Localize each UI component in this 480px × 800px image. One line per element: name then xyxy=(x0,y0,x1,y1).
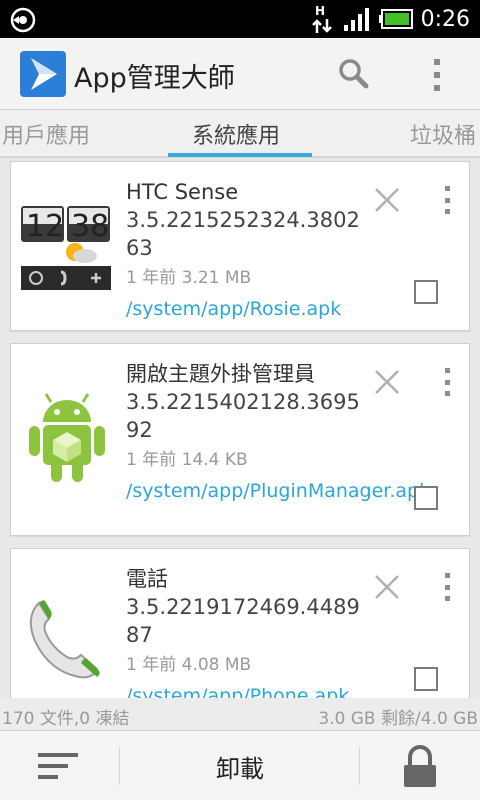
svg-text:38: 38 xyxy=(71,209,109,244)
bottom-action-bar: 卸載 xyxy=(0,730,480,800)
app-version: 3.5.2219172469.448987 xyxy=(126,595,360,647)
divider xyxy=(359,747,360,785)
uninstall-button[interactable]: 卸載 xyxy=(120,731,360,800)
search-icon[interactable] xyxy=(334,54,374,94)
overflow-menu-icon[interactable] xyxy=(424,56,450,94)
app-path[interactable]: /system/app/Phone.apk xyxy=(126,683,376,698)
app-list[interactable]: 12 38 HTC Sense 3.5.2215252324.380263 1 … xyxy=(0,158,480,698)
select-checkbox[interactable] xyxy=(414,667,438,691)
svg-text:H: H xyxy=(315,4,325,18)
close-icon[interactable] xyxy=(373,186,401,214)
app-version: 3.5.2215252324.380263 xyxy=(126,208,360,260)
android-robot-icon xyxy=(29,393,105,482)
play-arrow-icon xyxy=(31,58,57,90)
select-checkbox[interactable] xyxy=(414,486,438,510)
item-more-icon[interactable] xyxy=(443,573,451,601)
app-name: HTC Sense xyxy=(126,180,239,204)
tab-trash[interactable]: 垃圾桶 xyxy=(410,118,476,150)
tab-system-apps[interactable]: 系統應用 xyxy=(192,118,280,150)
app-meta: 1 年前 14.4 KB xyxy=(126,450,248,470)
signal-strength-icon xyxy=(343,8,369,31)
storage-remaining-text: 3.0 GB 剩餘/4.0 GB xyxy=(318,709,478,729)
app-bar: App管理大師 xyxy=(0,38,480,110)
list-item[interactable]: 開啟主題外掛管理員 3.5.2215402128.369592 1 年前 14.… xyxy=(10,343,470,536)
status-bar: H 0:26 xyxy=(0,0,480,38)
app-meta: 1 年前 4.08 MB xyxy=(126,655,252,675)
sort-icon[interactable] xyxy=(38,751,82,781)
item-more-icon[interactable] xyxy=(443,186,451,214)
lock-icon[interactable] xyxy=(402,745,438,789)
item-more-icon[interactable] xyxy=(443,368,451,396)
select-checkbox[interactable] xyxy=(414,280,438,304)
svg-text:12: 12 xyxy=(26,209,64,244)
app-title: App管理大師 xyxy=(74,63,235,94)
tab-user-apps[interactable]: 用戶應用 xyxy=(2,118,90,150)
network-h-icon: H xyxy=(311,4,332,33)
app-name: 開啟主題外掛管理員 xyxy=(126,362,315,386)
app-path[interactable]: /system/app/PluginManager.apk xyxy=(126,478,430,504)
app-version: 3.5.2215402128.369592 xyxy=(126,390,360,442)
list-item[interactable]: 12 38 HTC Sense 3.5.2215252324.380263 1 … xyxy=(10,161,470,331)
battery-icon xyxy=(378,9,413,29)
close-icon[interactable] xyxy=(373,573,401,601)
storage-info-bar: 170 文件,0 凍結 3.0 GB 剩餘/4.0 GB xyxy=(0,698,480,730)
tab-indicator xyxy=(168,153,312,157)
file-count-text: 170 文件,0 凍結 xyxy=(2,709,130,729)
tab-bar: 用戶應用 系統應用 垃圾桶 xyxy=(0,110,480,158)
app-meta: 1 年前 3.21 MB xyxy=(126,268,252,288)
close-icon[interactable] xyxy=(373,368,401,396)
app-name: 電話 xyxy=(126,567,168,591)
htc-clock-weather-icon: 12 38 xyxy=(21,206,111,290)
clock-time: 0:26 xyxy=(420,6,470,32)
list-item[interactable]: 電話 3.5.2219172469.448987 1 年前 4.08 MB /s… xyxy=(10,548,470,698)
app-logo-icon[interactable] xyxy=(20,51,66,97)
phone-handset-icon xyxy=(29,600,100,679)
sync-icon xyxy=(10,7,36,33)
app-path[interactable]: /system/app/Rosie.apk xyxy=(126,296,376,322)
